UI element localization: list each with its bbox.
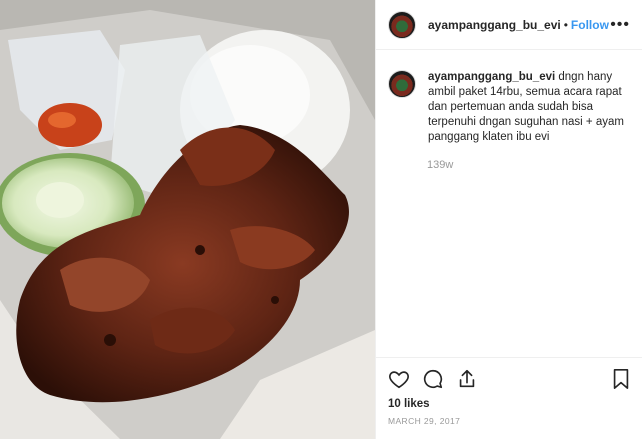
comment-timestamp[interactable]: 139w bbox=[427, 159, 642, 171]
share-icon[interactable] bbox=[456, 368, 478, 390]
bookmark-icon[interactable] bbox=[611, 368, 631, 390]
post-date: MARCH 29, 2017 bbox=[388, 416, 461, 426]
avatar[interactable] bbox=[388, 10, 416, 39]
post-image[interactable] bbox=[0, 0, 375, 439]
separator-dot: • bbox=[563, 17, 568, 32]
comment-username-link[interactable]: ayampanggang_bu_evi bbox=[428, 71, 555, 83]
likes-count[interactable]: 10 likes bbox=[376, 390, 642, 410]
heart-icon[interactable] bbox=[388, 368, 410, 390]
more-options-icon[interactable]: ••• bbox=[610, 16, 630, 34]
post-header: ayampanggang_bu_evi • Follow ••• bbox=[376, 0, 642, 50]
follow-button[interactable]: Follow bbox=[571, 18, 609, 32]
post-details-panel: ayampanggang_bu_evi • Follow ••• ayampan… bbox=[375, 0, 642, 439]
post-actions: 10 likes MARCH 29, 2017 bbox=[376, 357, 642, 440]
comment-icon[interactable] bbox=[422, 368, 444, 390]
food-photo bbox=[0, 0, 375, 439]
caption-comment: ayampanggang_bu_evi dngn hany ambil pake… bbox=[376, 50, 642, 145]
comment-avatar[interactable] bbox=[388, 70, 416, 98]
username-link[interactable]: ayampanggang_bu_evi bbox=[428, 18, 561, 32]
caption-text: ayampanggang_bu_evi dngn hany ambil pake… bbox=[428, 70, 630, 145]
